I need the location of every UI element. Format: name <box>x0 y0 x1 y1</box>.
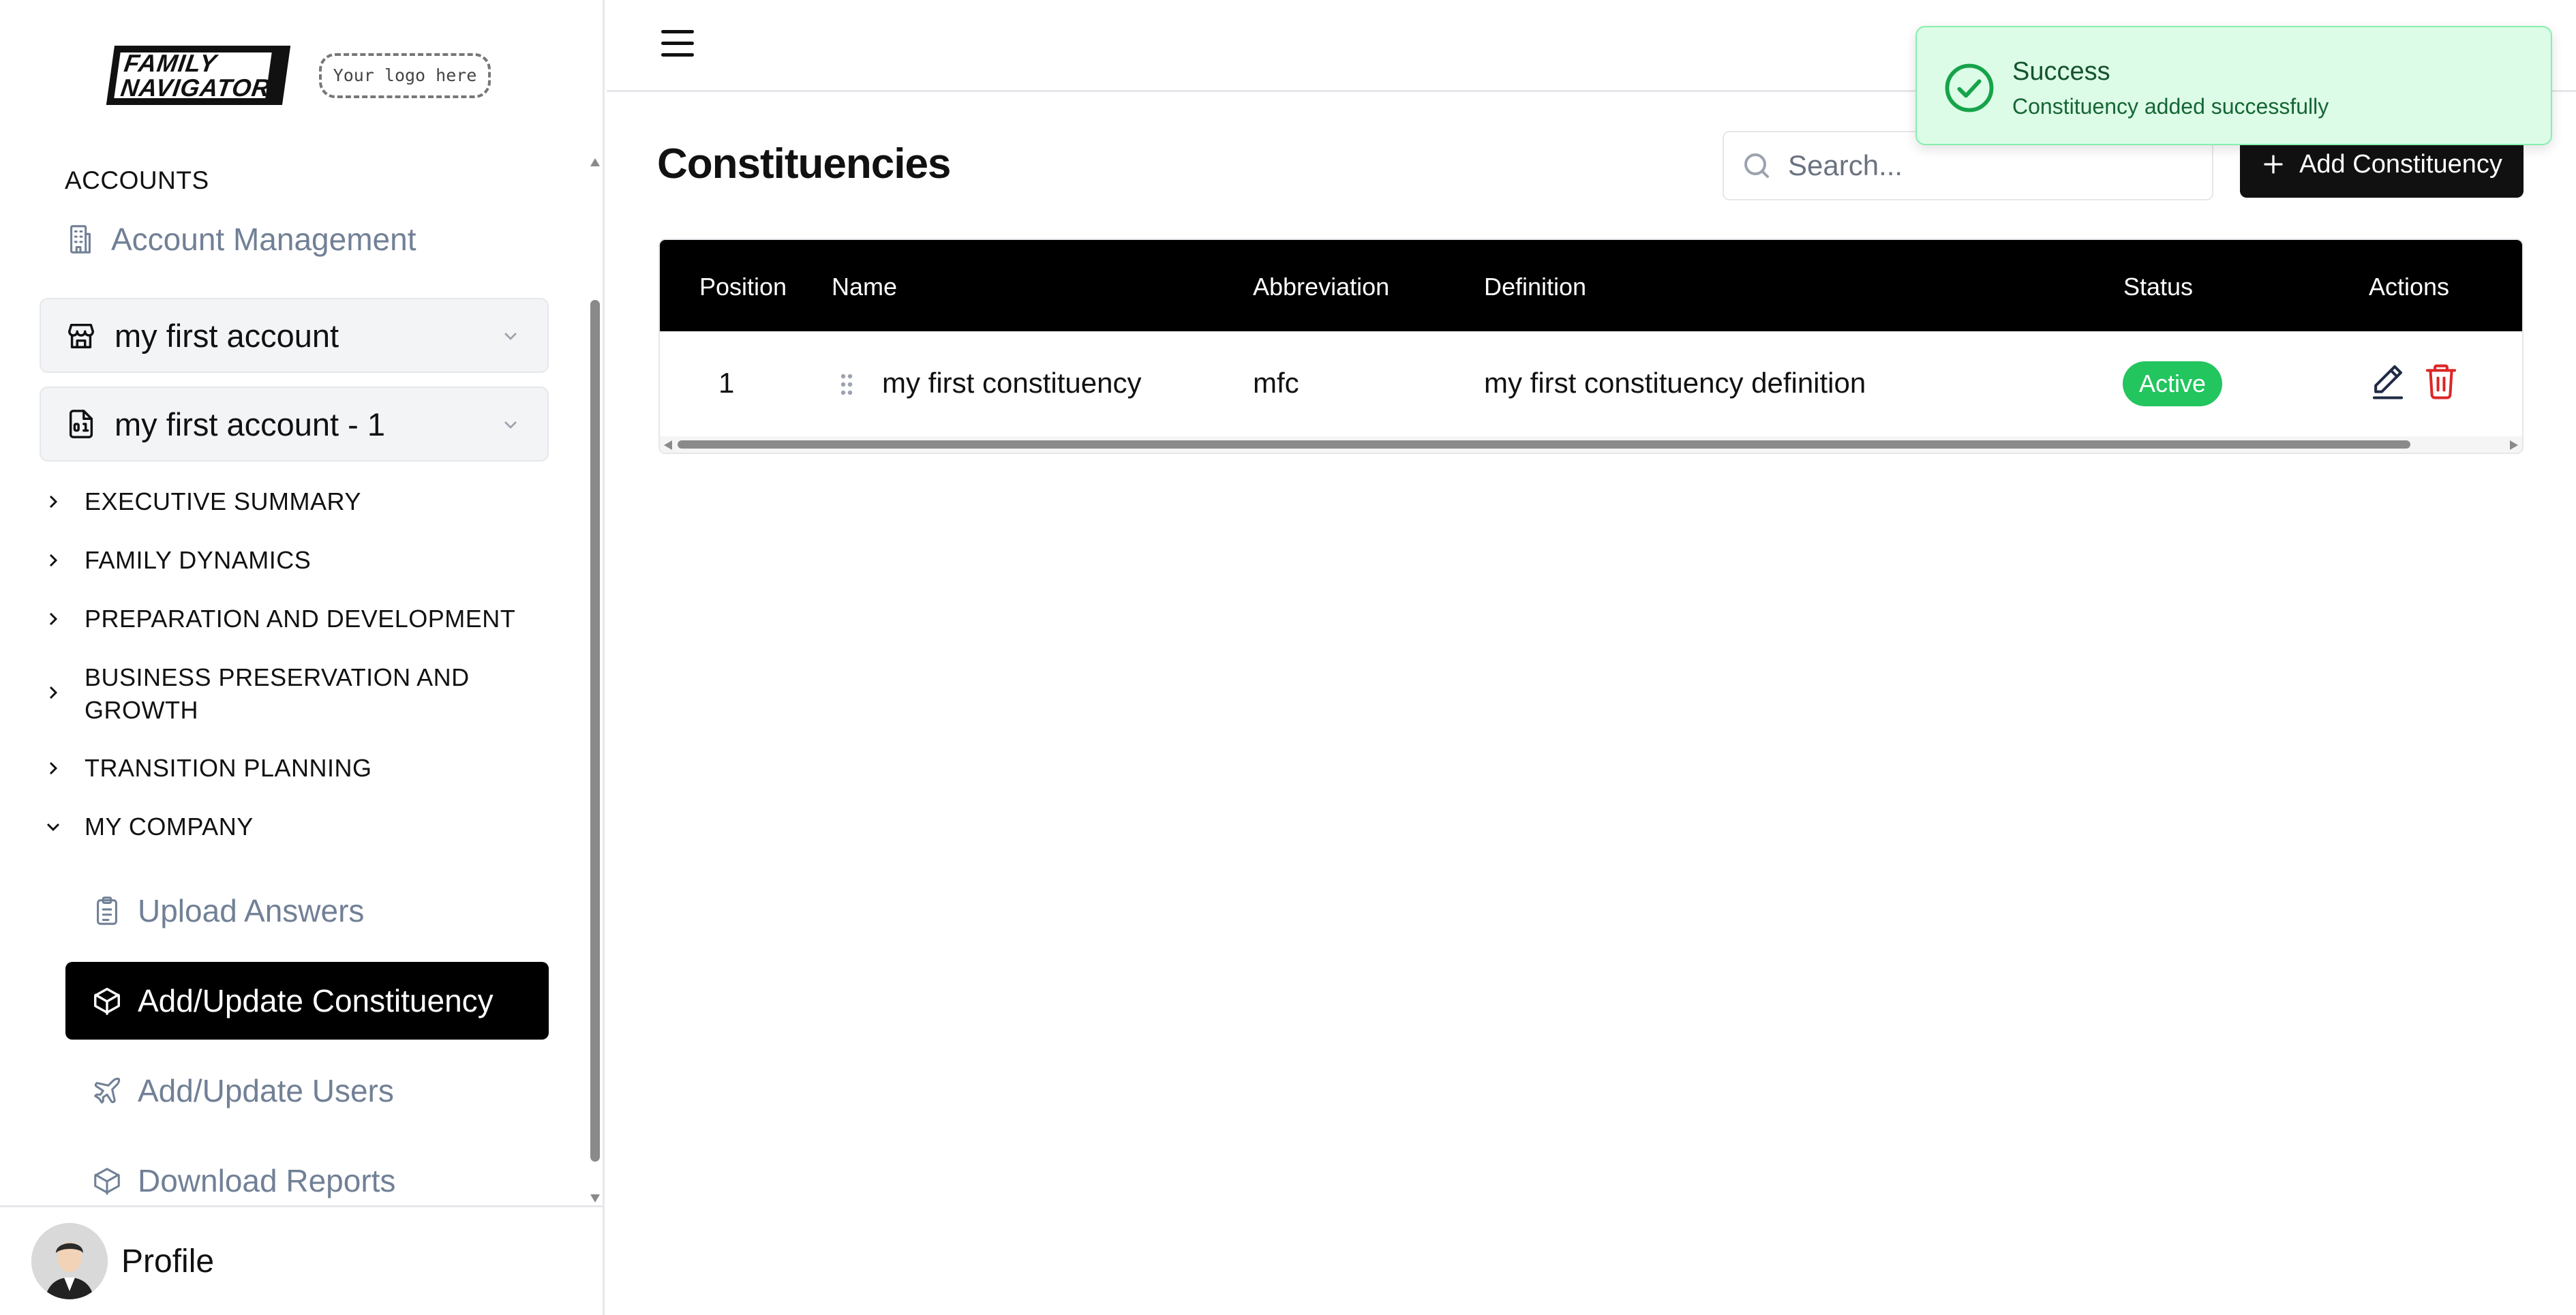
brand-logo-line2: NAVIGATOR <box>119 73 273 102</box>
box-icon <box>94 988 120 1015</box>
col-header-abbreviation: Abbreviation <box>1253 273 1390 301</box>
tree-item-label: BUSINESS PRESERVATION AND GROWTH <box>85 661 470 727</box>
hamburger-menu-icon[interactable] <box>661 30 694 57</box>
scroll-right-arrow-icon[interactable] <box>2510 440 2518 450</box>
cell-position: 1 <box>718 367 735 399</box>
sidebar-item-label: Add/Update Users <box>138 1073 394 1108</box>
chevron-right-icon <box>49 612 58 626</box>
plane-icon <box>94 1077 121 1104</box>
profile-button[interactable]: Profile <box>0 1205 603 1315</box>
tree-item-family-dynamics[interactable]: FAMILY DYNAMICS <box>42 544 311 577</box>
sidebar-item-add-update-constituency[interactable]: Add/Update Constituency <box>65 962 549 1040</box>
chevron-right-icon <box>49 686 58 699</box>
check-circle-icon <box>1945 63 1994 112</box>
constituencies-table: Position Name Abbreviation Definition St… <box>658 239 2524 454</box>
logo-row: FAMILY NAVIGATOR Your logo here <box>106 46 491 105</box>
avatar <box>31 1223 108 1299</box>
account-select-1[interactable]: my first account - 1 <box>40 387 549 462</box>
tree-item-label: EXECUTIVE SUMMARY <box>85 487 361 515</box>
section-title-accounts: ACCOUNTS <box>65 166 209 194</box>
account-select-0[interactable]: my first account <box>40 298 549 373</box>
cell-definition: my first constituency definition <box>1484 367 1866 399</box>
user-avatar-icon <box>31 1223 108 1299</box>
tree-item-label: FAMILY DYNAMICS <box>85 546 312 574</box>
col-header-status: Status <box>2123 273 2194 301</box>
cell-name: my first constituency <box>882 367 1142 399</box>
sidebar-item-label: Add/Update Constituency <box>138 983 494 1018</box>
account-management-link[interactable]: Account Management <box>65 221 416 258</box>
cell-abbreviation: mfc <box>1253 367 1299 399</box>
file-binary-icon <box>69 410 93 438</box>
col-header-name: Name <box>832 273 898 301</box>
account-select-1-label: my first account - 1 <box>115 406 385 442</box>
chevron-down-icon <box>504 333 517 340</box>
drag-handle-icon[interactable] <box>840 374 853 395</box>
building-icon <box>70 225 91 254</box>
scrollbar-thumb[interactable] <box>590 300 600 1162</box>
tree-item-my-company[interactable]: MY COMPANY <box>42 811 254 843</box>
placeholder-logo: Your logo here <box>319 52 491 98</box>
table-header: Position Name Abbreviation Definition St… <box>660 240 2522 331</box>
store-icon <box>68 323 94 348</box>
tree-item-executive-summary[interactable]: EXECUTIVE SUMMARY <box>42 485 361 518</box>
sidebar-item-upload-answers[interactable]: Upload Answers <box>65 872 549 950</box>
tree-item-label: TRANSITION PLANNING <box>85 754 372 782</box>
brand-logo-line1: FAMILY <box>122 48 219 77</box>
chevron-right-icon <box>49 761 58 775</box>
toast-title: Success <box>2012 57 2110 86</box>
status-badge: Active <box>2123 361 2222 406</box>
tree-item-label: PREPARATION AND DEVELOPMENT <box>85 605 516 633</box>
chevron-down-icon <box>46 823 60 832</box>
search-icon <box>1744 153 1769 178</box>
tree-item-business-preservation-and-growth[interactable]: BUSINESS PRESERVATION AND GROWTH <box>42 661 470 727</box>
tree-item-label-line1: BUSINESS PRESERVATION AND <box>85 663 470 691</box>
box-icon <box>94 1168 120 1195</box>
search-input[interactable] <box>1788 149 2197 182</box>
clipboard-list-icon <box>97 896 117 925</box>
account-management-label: Account Management <box>111 222 416 257</box>
col-header-position: Position <box>699 273 787 301</box>
trash-icon[interactable] <box>2423 361 2459 401</box>
add-constituency-label: Add Constituency <box>2299 149 2502 179</box>
scroll-down-arrow-icon[interactable] <box>590 1194 600 1203</box>
sidebar-item-label: Upload Answers <box>138 893 365 928</box>
chevron-down-icon <box>504 421 517 429</box>
scroll-left-arrow-icon[interactable] <box>664 440 672 450</box>
scroll-up-arrow-icon[interactable] <box>590 158 600 166</box>
toast-message: Constituency added successfully <box>2012 94 2329 119</box>
success-toast[interactable]: Success Constituency added successfully <box>1915 26 2552 145</box>
tree-item-preparation-and-development[interactable]: PREPARATION AND DEVELOPMENT <box>42 603 515 635</box>
table-horizontal-scrollbar[interactable] <box>660 436 2522 453</box>
sidebar-scroll-area: ACCOUNTS Account Management my first acc… <box>0 150 605 1205</box>
plus-icon <box>2264 155 2283 174</box>
scrollbar-thumb[interactable] <box>678 440 2410 449</box>
tree-item-transition-planning[interactable]: TRANSITION PLANNING <box>42 752 372 785</box>
sidebar-item-add-update-users[interactable]: Add/Update Users <box>65 1052 549 1130</box>
sidebar-item-label: Download Reports <box>138 1163 396 1198</box>
table-row[interactable]: 1 my first constituency mfc my first con… <box>660 331 2522 439</box>
profile-label: Profile <box>121 1243 215 1280</box>
brand-logo[interactable]: FAMILY NAVIGATOR <box>106 46 291 105</box>
edit-pencil-icon[interactable] <box>2369 361 2406 401</box>
tree-item-label-line2: GROWTH <box>85 696 198 724</box>
chevron-right-icon <box>49 554 58 567</box>
sidebar-item-download-reports[interactable]: Download Reports <box>65 1142 549 1205</box>
col-header-definition: Definition <box>1484 273 1587 301</box>
page-title: Constituencies <box>657 140 951 187</box>
sidebar: FAMILY NAVIGATOR Your logo here ACCOUNTS… <box>0 0 605 1315</box>
account-select-0-label: my first account <box>115 317 339 354</box>
chevron-right-icon <box>49 495 58 509</box>
sidebar-scrollbar[interactable] <box>588 155 603 1205</box>
tree-item-label: MY COMPANY <box>85 813 254 841</box>
col-header-actions: Actions <box>2369 273 2450 301</box>
